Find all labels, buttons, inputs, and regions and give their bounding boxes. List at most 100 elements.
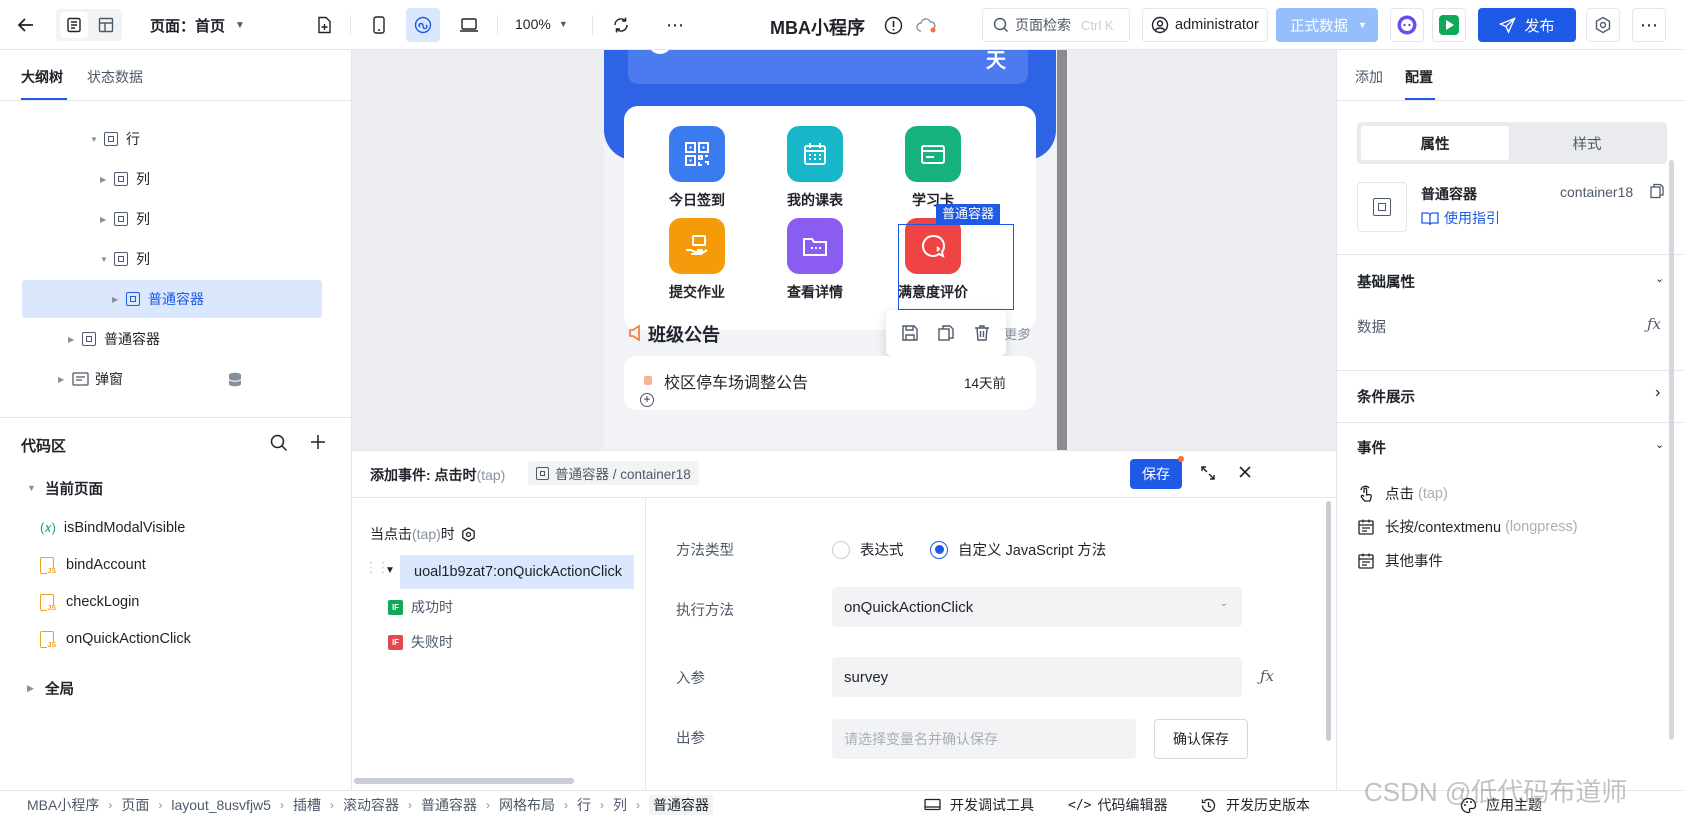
caret-down-icon[interactable]: ▼	[385, 565, 395, 576]
publish-button[interactable]: 发布	[1478, 8, 1576, 42]
exec-method-select[interactable]: onQuickActionClick ⌄	[832, 587, 1242, 627]
canvas-scrollbar[interactable]	[1057, 50, 1067, 450]
design-canvas[interactable]: 天 今日签到 我的课表 学习卡 提交作业 查看详情 满意度评价 普通容器 班级公告 更多 …	[352, 50, 1336, 450]
usage-guide-link[interactable]: 使用指引	[1421, 208, 1500, 228]
ai-assistant-icon[interactable]	[1390, 8, 1424, 42]
history-button[interactable]: 开发历史版本	[1200, 795, 1310, 815]
vertical-scrollbar[interactable]	[1326, 501, 1331, 741]
basic-props-title[interactable]: 基础属性	[1357, 271, 1415, 292]
caret-right-icon[interactable]: ▶	[100, 215, 114, 224]
caret-right-icon[interactable]: ▶	[100, 175, 114, 184]
settings-hex-icon[interactable]	[1586, 8, 1620, 42]
tab-add[interactable]: 添加	[1355, 67, 1383, 87]
tree-node[interactable]: ▶ 弹窗	[0, 360, 352, 398]
quick-action-item[interactable]: 学习卡	[878, 126, 988, 210]
breadcrumb-item[interactable]: 页面	[121, 795, 149, 815]
output-input[interactable]: 请选择变量名并确认保存	[832, 719, 1136, 759]
event-other[interactable]: 其他事件	[1357, 550, 1443, 571]
save-icon[interactable]	[901, 324, 919, 342]
cloud-sync-icon[interactable]	[914, 14, 938, 36]
chevron-down-icon[interactable]: ⌄	[1655, 438, 1664, 451]
vertical-scrollbar[interactable]	[1669, 160, 1674, 740]
add-circle-icon[interactable]: +	[640, 393, 654, 407]
breadcrumb-item[interactable]: 插槽	[293, 795, 321, 815]
devtools-button[interactable]: 开发调试工具	[924, 795, 1034, 815]
tree-node[interactable]: ▼ 列	[0, 240, 352, 278]
tree-node[interactable]: ▶ 普通容器	[0, 320, 352, 358]
preview-play-icon[interactable]	[1432, 8, 1466, 42]
event-tap[interactable]: 点击 (tap)	[1357, 483, 1448, 504]
caret-down-icon[interactable]: ▼	[100, 255, 114, 264]
on-fail-node[interactable]: IF 失败时	[388, 632, 453, 652]
radio-expression[interactable]: 表达式	[832, 539, 904, 560]
breadcrumb-item[interactable]: 网格布局	[499, 795, 555, 815]
breadcrumb-item[interactable]: 列	[613, 795, 627, 815]
chevron-down-icon[interactable]: ⌄	[1655, 272, 1664, 285]
refresh-icon[interactable]	[608, 12, 634, 38]
user-menu[interactable]: administrator	[1142, 8, 1268, 42]
settings-icon[interactable]	[461, 526, 476, 542]
copy-icon[interactable]	[937, 324, 955, 342]
add-page-icon[interactable]	[312, 13, 336, 37]
tree-node[interactable]: ▶ 列	[0, 200, 352, 238]
on-success-node[interactable]: IF 成功时	[388, 597, 453, 617]
layout-view-icon[interactable]	[93, 12, 119, 38]
function-fx-icon[interactable]: ƒx	[1647, 315, 1661, 333]
event-longpress[interactable]: 长按/contextmenu (longpress)	[1357, 516, 1578, 537]
page-view-icon[interactable]	[60, 12, 88, 38]
zoom-select[interactable]: 100% ▼	[515, 16, 568, 32]
tab-state-data[interactable]: 状态数据	[87, 67, 143, 87]
selection-outline[interactable]	[898, 224, 1014, 310]
current-page-group[interactable]: ▼ 当前页面	[27, 468, 103, 508]
miniprogram-device-icon[interactable]	[406, 8, 440, 42]
code-item[interactable]: (𝑥) isBindModalVisible	[40, 508, 185, 548]
copy-id-icon[interactable]	[1649, 183, 1665, 199]
tab-outline-tree[interactable]: 大纲树	[21, 67, 63, 87]
function-fx-icon[interactable]: ƒx	[1260, 667, 1274, 685]
events-title[interactable]: 事件	[1357, 437, 1386, 458]
page-search-input[interactable]: 页面检索 Ctrl K	[982, 8, 1130, 42]
mobile-device-icon[interactable]	[366, 12, 392, 38]
close-icon[interactable]	[1238, 465, 1252, 479]
action-node[interactable]: uoal1b9zat7:onQuickActionClick	[400, 555, 634, 589]
confirm-save-button[interactable]: 确认保存	[1154, 719, 1248, 759]
tree-node[interactable]: ▶ 列	[0, 160, 352, 198]
desktop-device-icon[interactable]	[455, 12, 483, 38]
search-icon[interactable]	[270, 434, 288, 452]
caret-right-icon[interactable]: ▶	[112, 295, 126, 304]
tree-node[interactable]: ▼ 行	[0, 120, 352, 158]
event-save-button[interactable]: 保存	[1130, 459, 1182, 489]
segment-styles[interactable]: 样式	[1513, 126, 1661, 160]
breadcrumb-item[interactable]: MBA小程序	[27, 795, 99, 815]
breadcrumb-item[interactable]: 普通容器	[648, 794, 713, 815]
quick-action-item[interactable]: 我的课表	[760, 126, 870, 210]
code-item[interactable]: onQuickActionClick	[40, 619, 191, 659]
more-icon[interactable]: ⋯	[662, 12, 688, 38]
back-arrow-icon[interactable]	[14, 13, 38, 37]
global-group[interactable]: ▶ 全局	[27, 668, 74, 708]
radio-custom-js[interactable]: 自定义 JavaScript 方法	[930, 539, 1106, 560]
data-env-select[interactable]: 正式数据 ▼	[1276, 8, 1378, 42]
chevron-right-icon[interactable]: ›	[1655, 384, 1660, 402]
code-item[interactable]: bindAccount	[40, 545, 146, 585]
param-input[interactable]: survey	[832, 657, 1242, 697]
page-selector[interactable]: 页面：首页 ▼	[150, 15, 245, 36]
add-icon[interactable]	[310, 434, 326, 450]
expand-icon[interactable]	[1200, 465, 1216, 481]
conditional-display-title[interactable]: 条件展示	[1357, 386, 1415, 407]
quick-action-item[interactable]: 提交作业	[642, 218, 752, 302]
caret-right-icon[interactable]: ▶	[58, 375, 72, 384]
caret-down-icon[interactable]: ▼	[90, 135, 104, 144]
database-icon[interactable]	[228, 372, 242, 387]
delete-icon[interactable]	[973, 324, 991, 342]
quick-action-item[interactable]: 查看详情	[760, 218, 870, 302]
breadcrumb-item[interactable]: 普通容器	[421, 795, 477, 815]
more-menu-icon[interactable]: ⋯	[1632, 8, 1666, 42]
caret-right-icon[interactable]: ▶	[68, 335, 82, 344]
info-icon[interactable]	[882, 14, 904, 36]
code-editor-button[interactable]: </> 代码编辑器	[1068, 795, 1167, 815]
breadcrumb-item[interactable]: 滚动容器	[343, 795, 399, 815]
quick-action-item[interactable]: 今日签到	[642, 126, 752, 210]
breadcrumb-item[interactable]: layout_8usvfjw5	[171, 797, 271, 813]
breadcrumb-item[interactable]: 行	[577, 795, 591, 815]
